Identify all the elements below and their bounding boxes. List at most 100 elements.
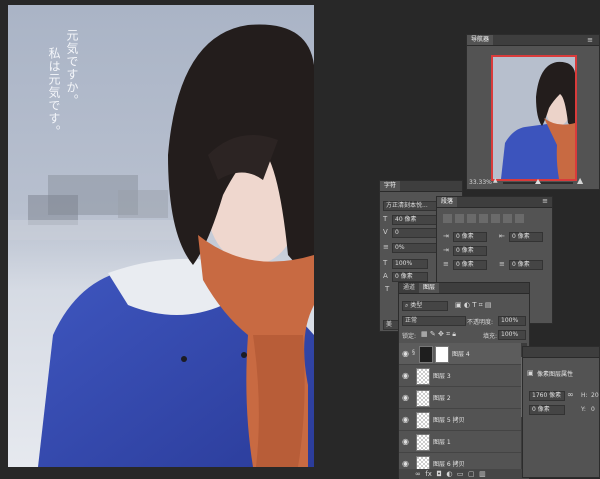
space-after-field[interactable]: 0 像素 [509, 260, 543, 270]
zoom-value[interactable]: 33.33% [469, 179, 492, 186]
align-right-icon[interactable] [467, 214, 476, 223]
justify-center-icon[interactable] [491, 214, 500, 223]
eye-icon[interactable]: ◉ [402, 349, 409, 358]
vertical-scale-icon: T [383, 259, 388, 267]
justify-all-icon[interactable] [515, 214, 524, 223]
eye-icon[interactable]: ◉ [402, 393, 409, 402]
fx-icon[interactable]: fx [425, 470, 432, 478]
layer-row[interactable]: ◉ 图层 3 [399, 365, 521, 387]
indent-left-icon: ⇥ [443, 232, 449, 240]
link-proportions-icon[interactable]: ∞ [567, 390, 574, 399]
tab-paragraph[interactable]: 段落 [437, 197, 458, 207]
filter-adjust-icon[interactable]: ◐ [464, 301, 470, 309]
zoom-in-icon[interactable]: ▲ [577, 176, 583, 185]
layers-header: 通道 图层 [399, 283, 529, 294]
justify-right-icon[interactable] [503, 214, 512, 223]
trash-icon[interactable]: ▥ [479, 470, 486, 478]
first-line-indent-field[interactable]: 0 像素 [453, 246, 487, 256]
paragraph-header: 段落 ≡ [437, 197, 552, 208]
indent-right-field[interactable]: 0 像素 [509, 232, 543, 242]
new-layer-icon[interactable]: ▢ [468, 470, 475, 478]
kerning-field[interactable]: 0 [392, 228, 438, 238]
layers-list: ◉ § 图层 4 ◉ 图层 3 ◉ 图层 2 ◉ 图层 5 拷贝 ◉ 图层 1 … [399, 343, 521, 475]
eye-icon[interactable]: ◉ [402, 371, 409, 380]
filter-pixel-icon[interactable]: ▣ [455, 301, 462, 309]
tab-navigator[interactable]: 导航器 [467, 35, 494, 45]
lock-artboard-icon[interactable]: ⌗ [446, 330, 450, 338]
opacity-field[interactable]: 100% [498, 316, 526, 326]
layer-name[interactable]: 图层 2 [433, 393, 451, 402]
align-center-icon[interactable] [455, 214, 464, 223]
space-before-field[interactable]: 0 像素 [453, 260, 487, 270]
eye-icon[interactable]: ◉ [402, 437, 409, 446]
fill-field[interactable]: 100% [498, 330, 526, 340]
link-icon[interactable]: ∞ [415, 470, 421, 478]
layer-filter-kind[interactable]: ⌕ 类型 [402, 301, 448, 311]
lock-transparent-icon[interactable]: ▦ [421, 330, 428, 338]
navigator-panel: 导航器 ≡ 33.33% ▲ ▲ [466, 34, 600, 190]
eye-icon[interactable]: ◉ [402, 459, 409, 468]
tab-character[interactable]: 字符 [380, 181, 401, 191]
eye-icon[interactable]: ◉ [402, 415, 409, 424]
lock-label: 锁定: [402, 333, 417, 340]
layer-thumbnail [416, 412, 430, 429]
y-value[interactable]: 0 [591, 406, 595, 413]
y-label: Y: [581, 406, 586, 413]
indent-left-field[interactable]: 0 像素 [453, 232, 487, 242]
baseline-field[interactable]: 0 像素 [392, 272, 428, 282]
space-before-icon: ≡ [443, 260, 449, 268]
layer-mask-thumbnail [435, 346, 449, 363]
align-buttons [443, 214, 527, 223]
folder-icon[interactable]: ▭ [457, 470, 464, 478]
properties-panel: ▣ 像素图层属性 1760 像素 ∞ H: 20 0 像素 Y: 0 [522, 346, 600, 478]
tab-layers[interactable]: 图层 [419, 283, 440, 293]
filter-shape-icon[interactable]: ⌗ [479, 301, 483, 309]
navigator-preview[interactable] [491, 55, 577, 181]
layer-row[interactable]: ◉ 图层 5 拷贝 [399, 409, 521, 431]
vertical-scale-field[interactable]: 100% [392, 259, 428, 269]
pixel-layer-icon: ▣ [527, 369, 534, 377]
bold-icon[interactable]: T [385, 285, 389, 293]
filter-smart-icon[interactable]: ▤ [485, 301, 492, 309]
width-field[interactable]: 1760 像素 [529, 391, 565, 401]
justify-left-icon[interactable] [479, 214, 488, 223]
font-size-icon: T [383, 215, 388, 223]
zoom-out-icon[interactable]: ▲ [493, 177, 498, 184]
panel-menu-icon[interactable]: ≡ [587, 36, 593, 44]
lock-all-icon[interactable]: 🔒︎ [452, 330, 456, 338]
panel-menu-icon[interactable]: ≡ [542, 197, 548, 205]
x-field[interactable]: 0 像素 [529, 405, 565, 415]
canvas-photo[interactable]: 元気ですか。 私は元気です。 [8, 5, 314, 467]
layer-name[interactable]: 图层 3 [433, 371, 451, 380]
lock-paint-icon[interactable]: ✎ [430, 330, 436, 338]
indent-right-icon: ⇤ [499, 232, 505, 240]
layer-name[interactable]: 图层 5 拷贝 [433, 415, 465, 424]
lock-move-icon[interactable]: ✥ [438, 330, 444, 338]
zoom-slider-handle[interactable] [535, 179, 541, 184]
tracking-field[interactable]: 0% [392, 243, 438, 253]
filter-icons: ▣ ◐ T ⌗ ▤ [455, 301, 492, 310]
layer-row[interactable]: ◉ 图层 2 [399, 387, 521, 409]
lock-icons: ▦ ✎ ✥ ⌗ 🔒︎ [421, 330, 456, 339]
filter-type-icon[interactable]: T [472, 301, 476, 309]
space-after-icon: ≡ [499, 260, 505, 268]
tab-channels[interactable]: 通道 [399, 283, 419, 293]
height-label: H: [581, 392, 588, 399]
layer-name[interactable]: 图层 6 拷贝 [433, 459, 465, 468]
fill-label: 填充: [483, 333, 498, 340]
blend-mode-select[interactable]: 正常 [402, 316, 466, 326]
layer-filter-kind-label: 类型 [410, 302, 423, 309]
layer-name[interactable]: 图层 1 [433, 437, 451, 446]
height-value[interactable]: 20 [591, 392, 599, 399]
layer-name[interactable]: 图层 4 [452, 349, 470, 358]
properties-header [523, 347, 599, 358]
mask-icon[interactable]: ◘ [436, 470, 442, 478]
layer-thumbnail [419, 346, 433, 363]
layer-row[interactable]: ◉ § 图层 4 [399, 343, 521, 365]
font-size-field[interactable]: 40 像素 [392, 215, 438, 225]
opacity-label: 不透明度: [467, 319, 494, 326]
vertical-text-1: 元気ですか。 [65, 29, 79, 107]
align-left-icon[interactable] [443, 214, 452, 223]
layer-row[interactable]: ◉ 图层 1 [399, 431, 521, 453]
adjustment-icon[interactable]: ◐ [446, 470, 452, 478]
